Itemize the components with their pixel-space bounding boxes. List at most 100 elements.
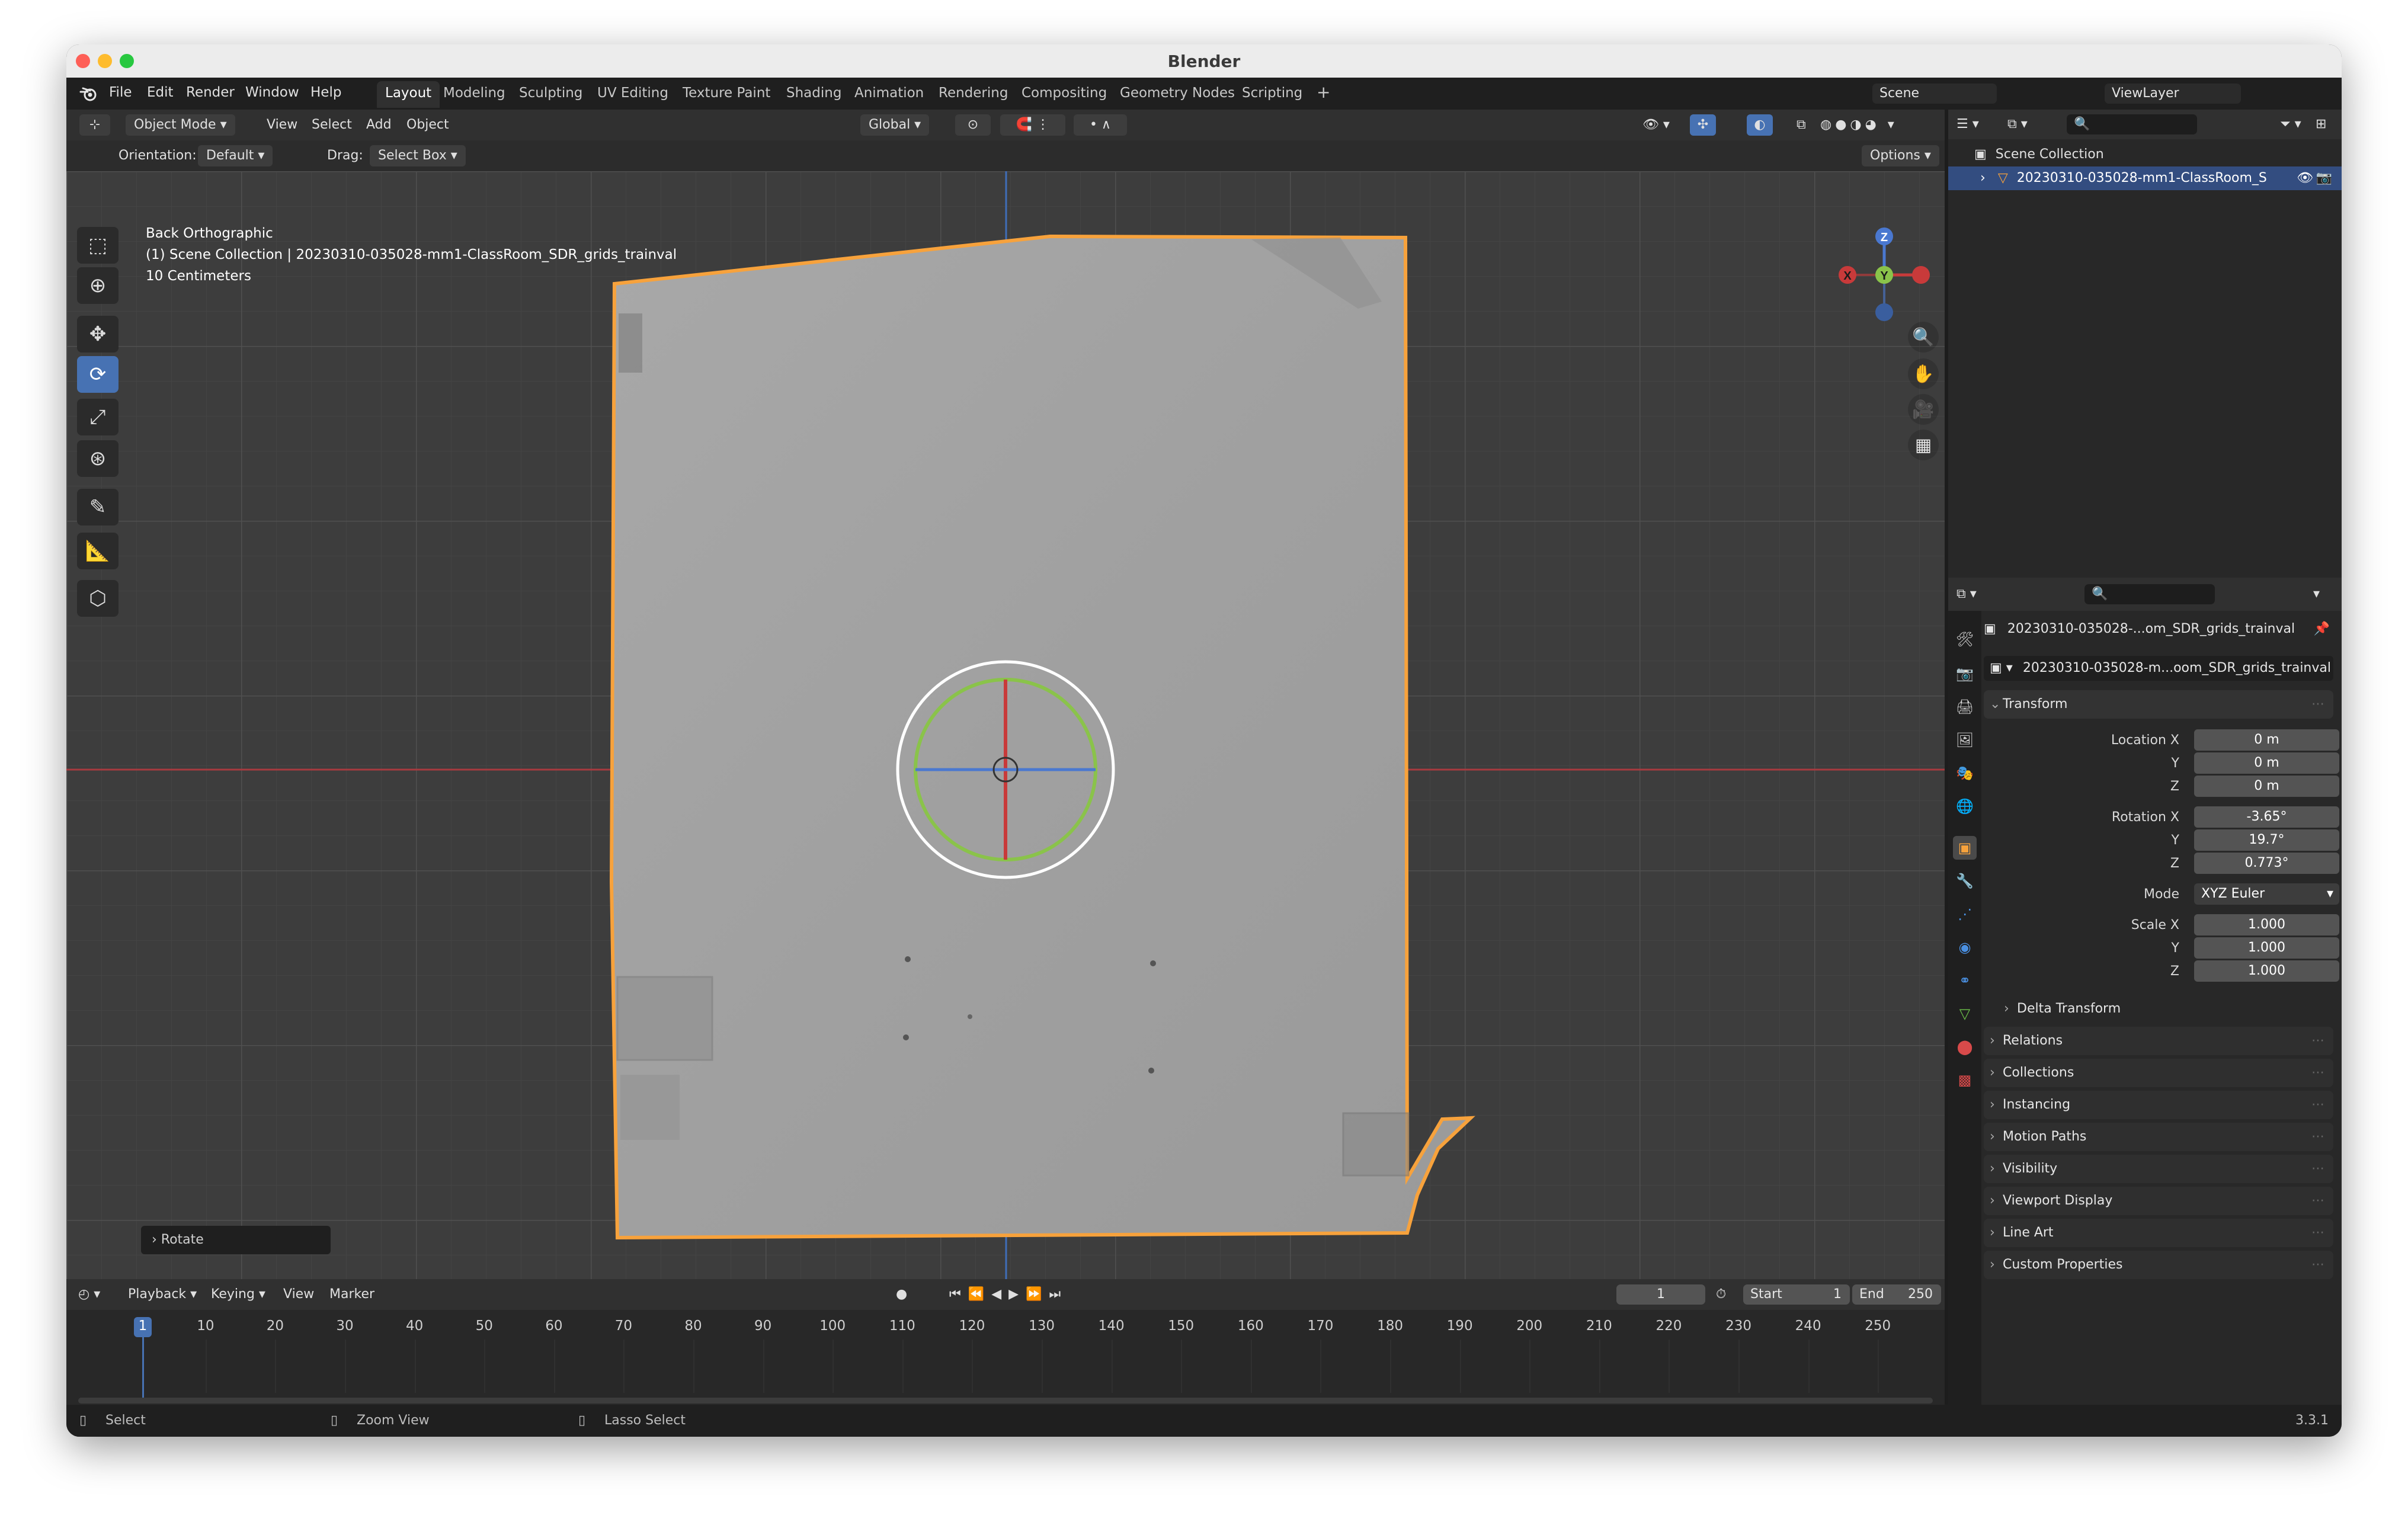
editor-type-icon[interactable]: ⊹ <box>79 114 110 136</box>
tab-texture-paint[interactable]: Texture Paint <box>683 85 770 101</box>
properties-editor-icon[interactable]: ⧉ ▾ <box>1956 584 1977 605</box>
options-dropdown[interactable]: Options ▾ <box>1862 145 1939 166</box>
add-workspace-button[interactable]: + <box>1317 82 1330 102</box>
tool-tab-icon[interactable]: 🛠 <box>1953 627 1977 651</box>
section-motion-paths[interactable]: › Motion Paths ⋯ <box>1984 1123 2333 1151</box>
section-visibility[interactable]: › Visibility ⋯ <box>1984 1155 2333 1183</box>
tab-layout[interactable]: Layout <box>377 81 440 108</box>
section-line-art[interactable]: › Line Art ⋯ <box>1984 1219 2333 1247</box>
rotation-y-field[interactable]: 19.7° <box>2194 829 2339 851</box>
frame-ruler[interactable]: 10 20 30 40 50 60 70 80 90 100 110 120 130 140 150 160 1… <box>66 1310 1945 1393</box>
filter-icon[interactable]: ⏷ ▾ <box>2280 114 2301 135</box>
orientation-dropdown[interactable]: Default ▾ <box>198 145 273 166</box>
section-viewport-display[interactable]: › Viewport Display ⋯ <box>1984 1187 2333 1215</box>
timeline-menu-keying[interactable]: Keying ▾ <box>211 1284 265 1305</box>
zoom-icon[interactable]: 🔍 <box>1908 322 1939 353</box>
snap-icon[interactable]: 🧲 ⋮ <box>1000 114 1065 136</box>
timeline-area[interactable]: 10 20 30 40 50 60 70 80 90 100 110 120 130 140 150 160 1… <box>66 1310 1945 1405</box>
particles-tab-icon[interactable]: ⋰ <box>1953 902 1977 926</box>
timeline-menu-view[interactable]: View <box>283 1284 314 1305</box>
location-x-field[interactable]: 0 m <box>2194 729 2339 751</box>
add-cube-tool-icon[interactable]: ⬡ <box>77 580 119 617</box>
mesh-object-row[interactable]: › ▽ 20230310-035028-mm1-ClassRoom_S 👁 📷 <box>1948 166 2342 190</box>
proportional-editing-icon[interactable]: • ∧ <box>1074 114 1127 136</box>
playback-controls-icon[interactable]: ⏮⏪◀▶⏩⏭ <box>949 1284 1068 1305</box>
scene-tab-icon[interactable]: 🎭 <box>1953 761 1977 785</box>
current-frame-field[interactable]: 1 <box>1616 1284 1705 1305</box>
timeline-menu-marker[interactable]: Marker <box>329 1284 374 1305</box>
datablock-browse-icon[interactable]: ▣ ▾ <box>1990 661 2013 675</box>
tab-geometry-nodes[interactable]: Geometry Nodes <box>1120 85 1235 101</box>
outliner-editor-icon[interactable]: ☰ ▾ <box>1956 114 1979 135</box>
rotate-tool-icon[interactable]: ⟳ <box>77 356 119 393</box>
object-tab-icon[interactable]: ▣ <box>1953 836 1977 860</box>
cursor-tool-icon[interactable]: ⊕ <box>77 267 119 304</box>
constraints-tab-icon[interactable]: ⚭ <box>1953 969 1977 992</box>
gizmo-toggle-icon[interactable]: ✣ <box>1690 114 1716 136</box>
properties-search-input[interactable]: 🔍 <box>2084 584 2215 604</box>
section-instancing[interactable]: › Instancing ⋯ <box>1984 1091 2333 1119</box>
new-collection-icon[interactable]: ⊞ <box>2316 114 2326 135</box>
timeline-editor-icon[interactable]: ◴ ▾ <box>78 1284 100 1305</box>
transform-tool-icon[interactable]: ⊛ <box>77 440 119 477</box>
outliner-search-input[interactable]: 🔍 <box>2067 114 2197 134</box>
rotation-z-field[interactable]: 0.773° <box>2194 853 2339 874</box>
tab-compositing[interactable]: Compositing <box>1022 85 1107 101</box>
tab-modeling[interactable]: Modeling <box>443 85 505 101</box>
menu-view[interactable]: View <box>267 114 297 136</box>
timeline-scrollbar[interactable] <box>78 1398 1933 1404</box>
transform-orientation-dropdown[interactable]: Global ▾ <box>860 114 930 136</box>
menu-window[interactable]: Window <box>245 85 299 100</box>
menu-help[interactable]: Help <box>310 85 341 100</box>
rotation-x-field[interactable]: -3.65° <box>2194 806 2339 828</box>
view-layer-selector[interactable]: ViewLayer <box>2105 84 2241 104</box>
xray-icon[interactable]: ⧉ <box>1797 114 1806 136</box>
tab-sculpting[interactable]: Sculpting <box>519 85 582 101</box>
scale-tool-icon[interactable]: ⤢ <box>77 399 119 435</box>
start-frame-field[interactable]: Start 1 <box>1743 1284 1850 1305</box>
outliner-display-mode-icon[interactable]: ⧉ ▾ <box>2007 114 2028 135</box>
view-layer-tab-icon[interactable]: 🖼 <box>1953 728 1977 752</box>
end-frame-field[interactable]: End 250 <box>1852 1284 1941 1305</box>
visibility-icon[interactable]: 👁 ▾ <box>1642 114 1670 136</box>
record-icon[interactable]: ● <box>896 1284 907 1305</box>
material-tab-icon[interactable]: ⬤ <box>1953 1035 1977 1059</box>
drag-dropdown[interactable]: Select Box ▾ <box>370 145 466 166</box>
tab-animation[interactable]: Animation <box>854 85 924 101</box>
menu-render[interactable]: Render <box>186 85 235 100</box>
menu-add[interactable]: Add <box>366 114 392 136</box>
pan-hand-icon[interactable]: ✋ <box>1908 358 1939 389</box>
3d-viewport[interactable]: Z Y X ⬚ ⊕ ✥ ⟳ ⤢ ⊛ ✎ 📐 ⬡ Back Orthographi… <box>66 171 1945 1279</box>
camera-view-icon[interactable]: 🎥 <box>1908 394 1939 425</box>
timeline-menu-playback[interactable]: Playback ▾ <box>128 1284 197 1305</box>
output-tab-icon[interactable]: 🖨 <box>1953 695 1977 719</box>
scale-z-field[interactable]: 1.000 <box>2194 960 2339 982</box>
delta-transform-subsection[interactable]: › Delta Transform <box>1998 995 2333 1023</box>
location-z-field[interactable]: 0 m <box>2194 776 2339 797</box>
location-y-field[interactable]: 0 m <box>2194 752 2339 774</box>
select-box-tool-icon[interactable]: ⬚ <box>77 227 119 264</box>
move-tool-icon[interactable]: ✥ <box>77 316 119 353</box>
viewport-scene[interactable]: Z Y X <box>66 171 1945 1279</box>
section-relations[interactable]: › Relations ⋯ <box>1984 1027 2333 1055</box>
physics-tab-icon[interactable]: ◉ <box>1953 935 1977 959</box>
eye-icon[interactable]: 👁 <box>2297 166 2313 190</box>
auto-keying-clock-icon[interactable]: ⏱ <box>1716 1284 1726 1305</box>
annotate-tool-icon[interactable]: ✎ <box>77 489 119 526</box>
menu-file[interactable]: File <box>109 85 132 100</box>
modifier-tab-icon[interactable]: 🔧 <box>1953 869 1977 893</box>
scene-collection-row[interactable]: ▣ Scene Collection <box>1948 143 2342 166</box>
expand-chevron-icon[interactable]: › <box>1980 171 1986 185</box>
tab-scripting[interactable]: Scripting <box>1242 85 1302 101</box>
object-name-row[interactable]: ▣ 20230310-035028-...om_SDR_grids_trainv… <box>1984 614 2333 644</box>
data-tab-icon[interactable]: ▽ <box>1953 1002 1977 1026</box>
world-tab-icon[interactable]: 🌐 <box>1953 794 1977 818</box>
rotation-mode-dropdown[interactable]: XYZ Euler ▾ <box>2194 883 2339 905</box>
tab-rendering[interactable]: Rendering <box>939 85 1008 101</box>
scanned-mesh-object[interactable] <box>609 234 1475 1240</box>
menu-object[interactable]: Object <box>406 114 449 136</box>
scale-x-field[interactable]: 1.000 <box>2194 914 2339 935</box>
scene-selector[interactable]: Scene <box>1872 84 1997 104</box>
texture-tab-icon[interactable]: ▩ <box>1953 1068 1977 1092</box>
properties-options-chevron-icon[interactable]: ▾ <box>2313 584 2320 605</box>
